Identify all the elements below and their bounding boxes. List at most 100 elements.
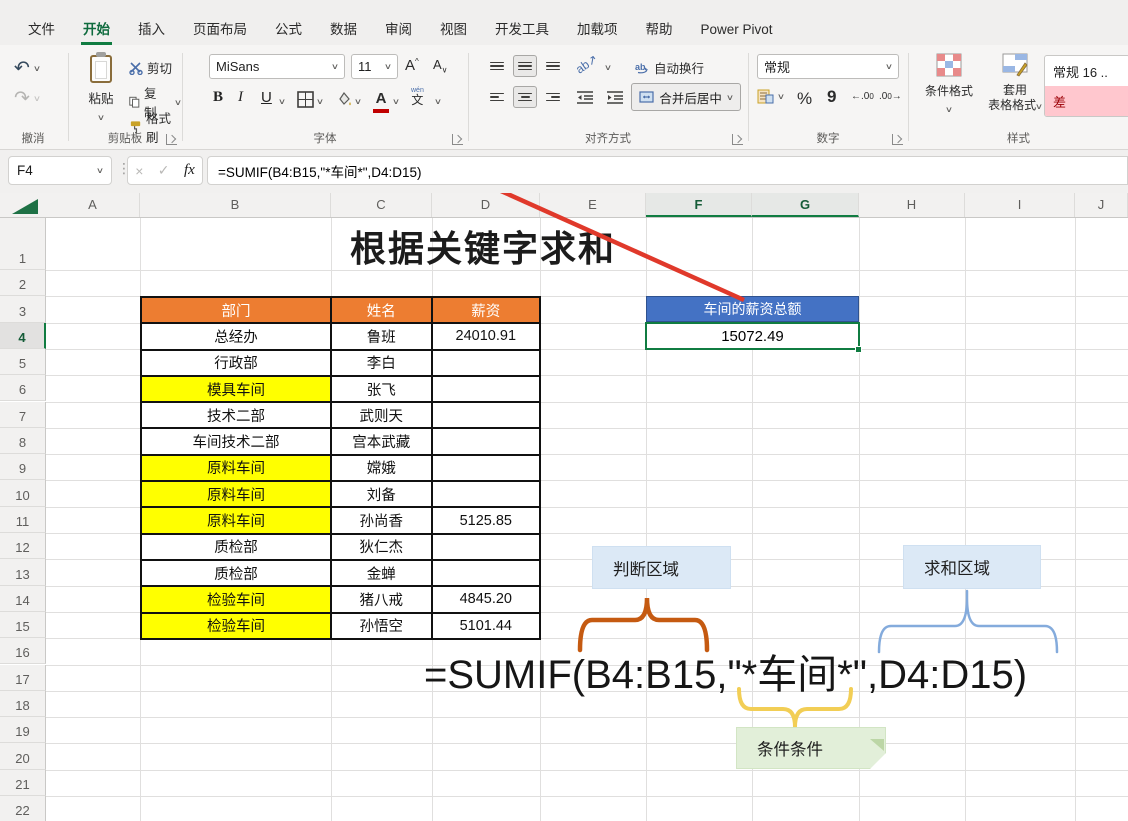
ribbon-tab-插入[interactable]: 插入 <box>124 15 179 45</box>
name-cell[interactable]: 张飞 <box>332 377 433 403</box>
align-middle-button[interactable] <box>513 55 537 77</box>
row-header-13[interactable]: 13 <box>0 559 46 585</box>
salary-cell[interactable] <box>433 482 541 508</box>
name-cell[interactable]: 武则天 <box>332 403 433 429</box>
row-header-7[interactable]: 7 <box>0 402 46 428</box>
font-name-combo[interactable]: MiSans∨ <box>209 54 345 79</box>
name-cell[interactable]: 宫本武藏 <box>332 429 433 455</box>
dept-cell[interactable]: 模具车间 <box>142 377 332 403</box>
cell-style-bad[interactable]: 差 <box>1045 86 1128 116</box>
row-header-15[interactable]: 15 <box>0 612 46 638</box>
salary-cell[interactable] <box>433 456 541 482</box>
salary-cell[interactable]: 5101.44 <box>433 614 541 640</box>
grow-font-button[interactable]: A^ <box>405 57 419 74</box>
ribbon-tab-开始[interactable]: 开始 <box>69 15 124 45</box>
number-format-combo[interactable]: 常规∨ <box>757 54 899 79</box>
bold-button[interactable]: B <box>213 89 223 106</box>
dept-cell[interactable]: 原料车间 <box>142 456 332 482</box>
ribbon-tab-加载项[interactable]: 加载项 <box>563 15 632 45</box>
align-left-button[interactable] <box>485 86 509 108</box>
cut-button[interactable]: 剪切 <box>129 58 172 77</box>
name-cell[interactable]: 刘备 <box>332 482 433 508</box>
column-header-G[interactable]: G <box>752 193 859 217</box>
ribbon-tab-公式[interactable]: 公式 <box>261 15 316 45</box>
name-cell[interactable]: 嫦娥 <box>332 456 433 482</box>
dept-cell[interactable]: 车间技术二部 <box>142 429 332 455</box>
alignment-dialog-launcher[interactable] <box>732 134 743 145</box>
dept-cell[interactable]: 总经办 <box>142 324 332 350</box>
borders-dropdown[interactable]: ∨ <box>316 97 324 106</box>
accounting-format-button[interactable]: ∨ <box>757 89 784 104</box>
redo-button[interactable]: ↷∨ <box>14 87 40 110</box>
dept-cell[interactable]: 质检部 <box>142 561 332 587</box>
phonetic-dropdown[interactable]: ∨ <box>434 97 442 106</box>
undo-button[interactable]: ↶∨ <box>14 57 40 80</box>
column-header-E[interactable]: E <box>540 193 646 217</box>
table-header-姓名[interactable]: 姓名 <box>332 298 433 324</box>
column-header-D[interactable]: D <box>432 193 540 217</box>
name-cell[interactable]: 鲁班 <box>332 324 433 350</box>
fill-handle[interactable] <box>855 346 862 353</box>
sum-area-callout[interactable]: 求和区域 <box>903 545 1041 589</box>
judge-area-callout[interactable]: 判断区域 <box>592 546 731 589</box>
font-color-button[interactable]: A <box>373 90 389 113</box>
salary-cell[interactable] <box>433 351 541 377</box>
fill-color-button[interactable] <box>335 90 353 113</box>
font-dialog-launcher[interactable] <box>452 134 463 145</box>
criteria-callout[interactable]: 条件条件 <box>736 727 886 769</box>
cell-style-normal[interactable]: 常规 16 .. <box>1045 56 1128 86</box>
align-top-button[interactable] <box>485 55 509 77</box>
ribbon-tab-审阅[interactable]: 审阅 <box>371 15 426 45</box>
column-header-A[interactable]: A <box>46 193 140 217</box>
salary-cell[interactable]: 5125.85 <box>433 508 541 534</box>
column-header-H[interactable]: H <box>859 193 965 217</box>
column-header-I[interactable]: I <box>965 193 1075 217</box>
ribbon-tab-帮助[interactable]: 帮助 <box>632 15 687 45</box>
row-header-22[interactable]: 22 <box>0 796 46 821</box>
row-header-16[interactable]: 16 <box>0 638 46 664</box>
row-header-2[interactable]: 2 <box>0 270 46 296</box>
font-size-combo[interactable]: 11∨ <box>351 54 398 79</box>
name-cell[interactable]: 李白 <box>332 351 433 377</box>
increase-decimal-button[interactable]: ←.00 <box>851 91 874 102</box>
row-header-6[interactable]: 6 <box>0 375 46 401</box>
column-header-C[interactable]: C <box>331 193 432 217</box>
salary-cell[interactable] <box>433 535 541 561</box>
name-box[interactable]: F4∨ <box>8 156 112 185</box>
dept-cell[interactable]: 质检部 <box>142 535 332 561</box>
borders-button[interactable] <box>297 91 314 113</box>
ribbon-tab-文件[interactable]: 文件 <box>14 15 69 45</box>
cancel-icon[interactable]: × <box>135 163 143 179</box>
salary-cell[interactable] <box>433 377 541 403</box>
salary-cell[interactable] <box>433 561 541 587</box>
row-header-8[interactable]: 8 <box>0 428 46 454</box>
dept-cell[interactable]: 技术二部 <box>142 403 332 429</box>
fill-color-dropdown[interactable]: ∨ <box>354 97 362 106</box>
orientation-dropdown[interactable]: ∨ <box>604 63 612 72</box>
ribbon-tab-数据[interactable]: 数据 <box>316 15 371 45</box>
format-as-table-button[interactable]: 套用表格格式∨ <box>987 53 1043 113</box>
name-cell[interactable]: 金蝉 <box>332 561 433 587</box>
underline-dropdown[interactable]: ∨ <box>278 97 286 106</box>
summary-header-cell[interactable]: 车间的薪资总额 <box>646 296 859 322</box>
row-header-19[interactable]: 19 <box>0 717 46 743</box>
ribbon-tab-Power Pivot[interactable]: Power Pivot <box>687 15 787 45</box>
paste-button[interactable]: 粘贴 ∨ <box>81 55 121 125</box>
ribbon-tab-视图[interactable]: 视图 <box>426 15 481 45</box>
dept-cell[interactable]: 原料车间 <box>142 482 332 508</box>
row-header-1[interactable]: 1 <box>0 218 46 270</box>
percent-style-button[interactable]: % <box>797 89 812 109</box>
decrease-decimal-button[interactable]: .00→ <box>879 91 902 102</box>
row-header-5[interactable]: 5 <box>0 349 46 375</box>
ribbon-tab-开发工具[interactable]: 开发工具 <box>481 15 563 45</box>
row-header-3[interactable]: 3 <box>0 296 46 322</box>
phonetic-button[interactable]: wén 文 <box>411 87 424 106</box>
column-header-F[interactable]: F <box>646 193 752 217</box>
formula-input[interactable]: =SUMIF(B4:B15,"*车间*",D4:D15) <box>207 156 1128 185</box>
align-right-button[interactable] <box>541 86 565 108</box>
align-center-button[interactable] <box>513 86 537 108</box>
row-header-11[interactable]: 11 <box>0 507 46 533</box>
italic-button[interactable]: I <box>238 89 243 106</box>
orientation-button[interactable]: ab↗ <box>575 57 598 71</box>
number-dialog-launcher[interactable] <box>892 134 903 145</box>
